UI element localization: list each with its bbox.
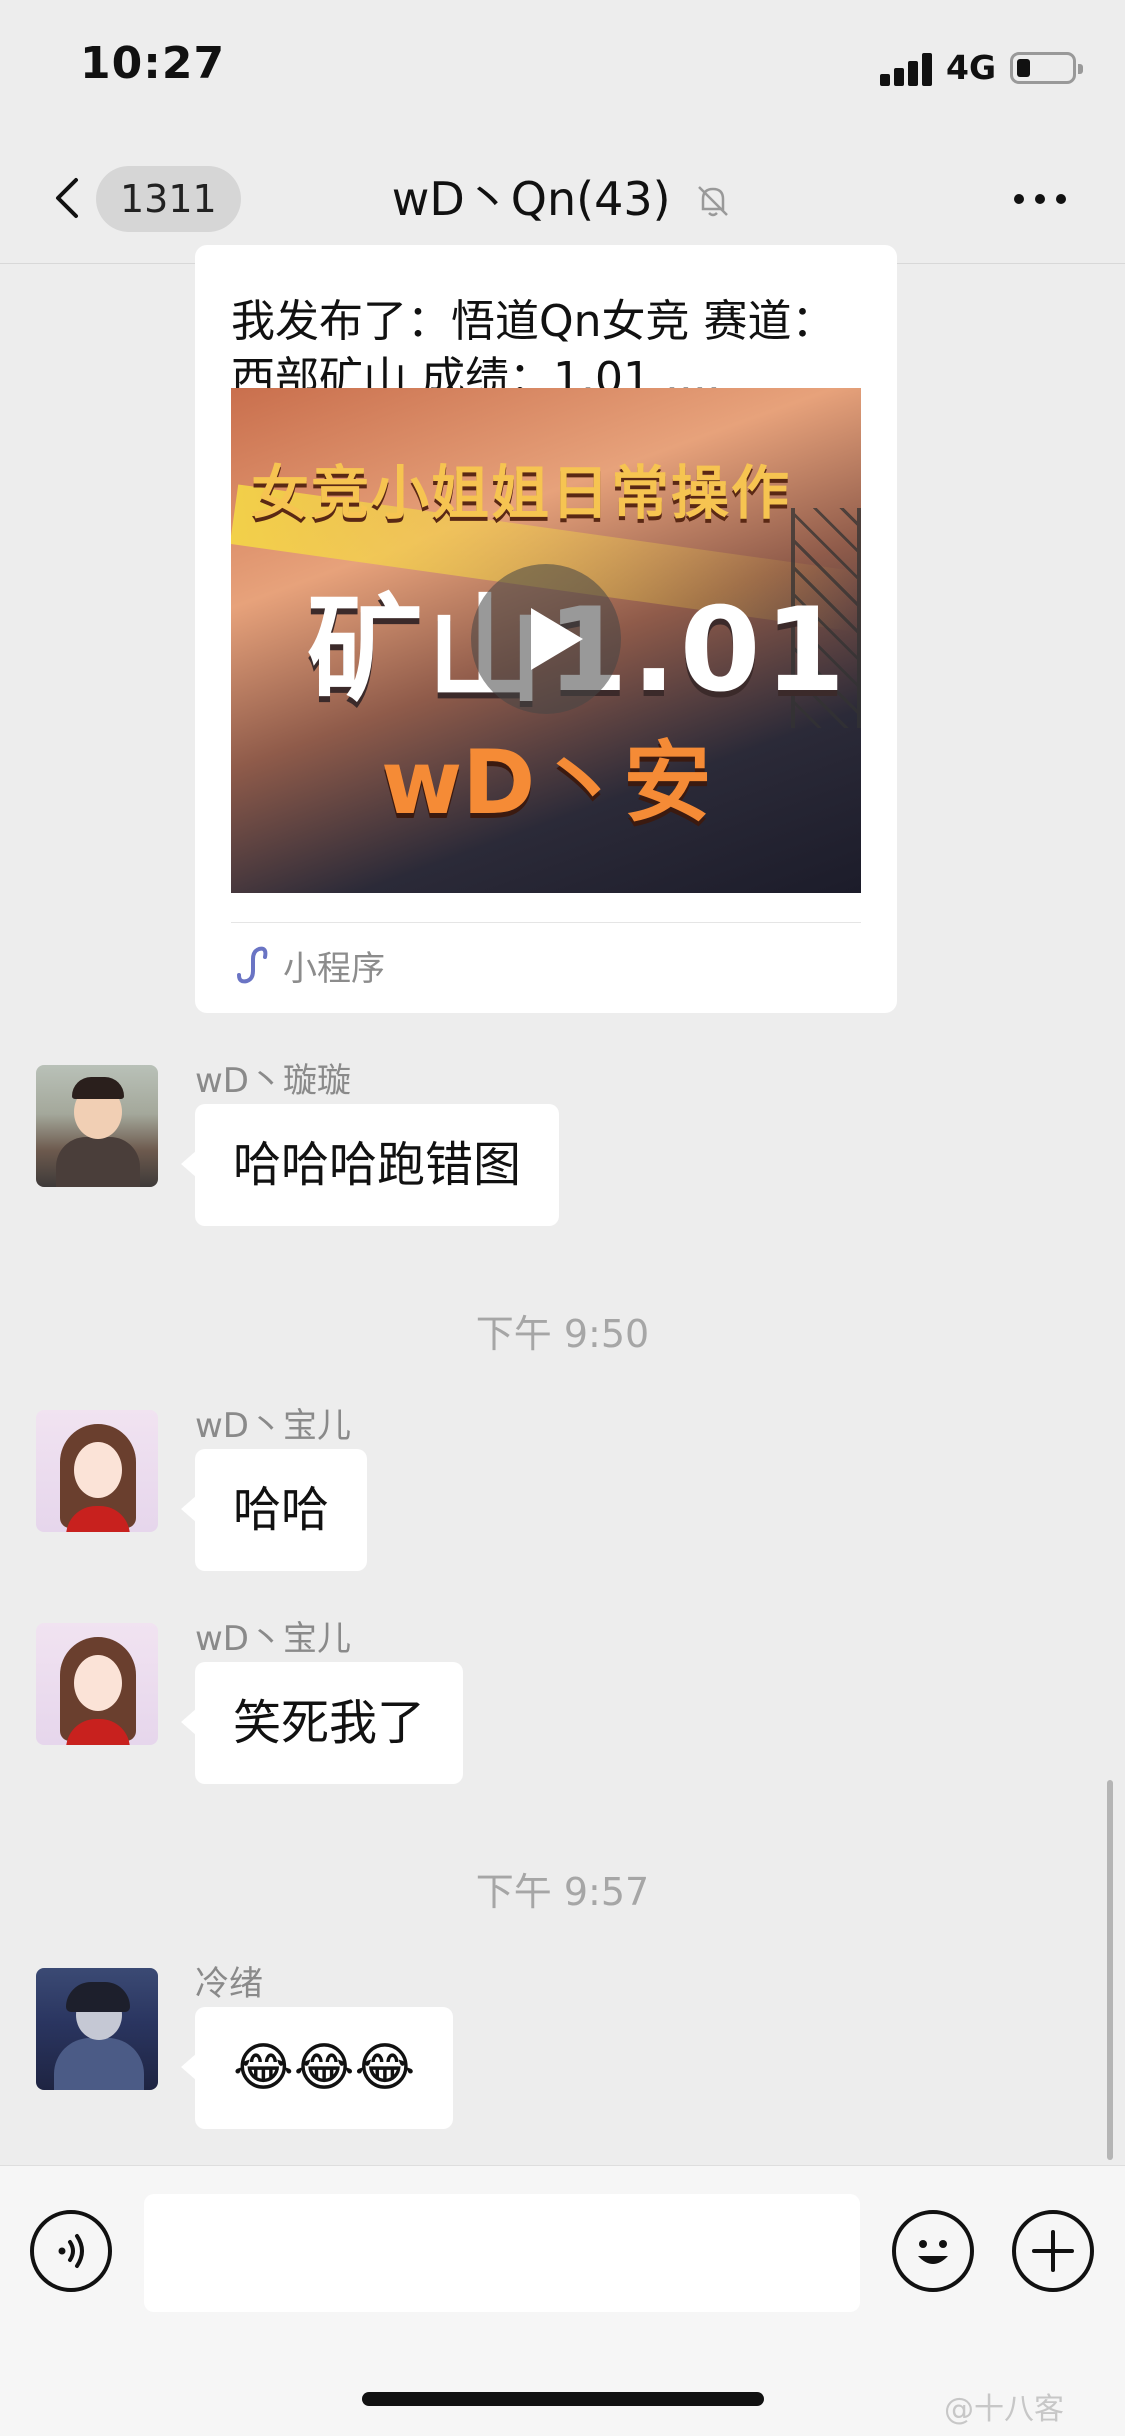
avatar[interactable]	[36, 1623, 158, 1745]
status-time: 10:27	[80, 38, 226, 89]
network-type: 4G	[946, 48, 997, 87]
plus-icon[interactable]	[1012, 2210, 1094, 2292]
message-bubble[interactable]: 哈哈哈跑错图	[180, 1104, 560, 1226]
sender-name: wD丶璇璇	[195, 1061, 351, 1101]
message-bubble[interactable]: 😂😂😂	[180, 2007, 454, 2129]
divider	[231, 922, 861, 923]
avatar[interactable]	[36, 1410, 158, 1532]
status-bar: 10:27 4G	[0, 0, 1125, 132]
video-thumbnail[interactable]: 女竞小姐姐日常操作 矿山1.01 wD丶安	[231, 388, 861, 893]
avatar[interactable]	[36, 1968, 158, 2090]
more-icon[interactable]	[1010, 188, 1070, 208]
timestamp: 下午 9:57	[475, 1870, 650, 1914]
mini-program-icon	[237, 946, 268, 984]
avatar[interactable]	[36, 1065, 158, 1187]
mini-program-footer: 小程序	[231, 935, 385, 995]
bell-slash-icon	[698, 186, 729, 217]
chat-title-text: wD丶Qn(43)	[391, 172, 671, 226]
sender-name: 冷绪	[195, 1964, 263, 2004]
sender-name: wD丶宝儿	[195, 1619, 351, 1659]
thumbnail-player: wD丶安	[381, 731, 712, 834]
chat-title: wD丶Qn(43)	[0, 166, 1125, 232]
play-icon[interactable]	[471, 564, 621, 714]
watermark: @十八客	[944, 2392, 1064, 2427]
voice-icon[interactable]	[30, 2210, 112, 2292]
home-indicator	[362, 2392, 764, 2406]
mini-program-card[interactable]: 我发布了：悟道Qn女竞 赛道：西部矿山 成绩：1.01 .... 女竞小姐姐日常…	[195, 245, 897, 1013]
message-input[interactable]	[144, 2194, 860, 2312]
thumbnail-caption: 女竞小姐姐日常操作	[251, 459, 792, 527]
mini-program-label: 小程序	[283, 948, 385, 989]
sender-name: wD丶宝儿	[195, 1406, 351, 1446]
signal-icon	[880, 52, 936, 86]
battery-icon	[1010, 52, 1083, 84]
smile-icon[interactable]	[892, 2210, 974, 2292]
message-bubble[interactable]: 笑死我了	[180, 1662, 464, 1784]
chat-messages[interactable]: 我发布了：悟道Qn女竞 赛道：西部矿山 成绩：1.01 .... 女竞小姐姐日常…	[0, 245, 1125, 2165]
scrollbar[interactable]	[1107, 1780, 1113, 2160]
timestamp: 下午 9:50	[475, 1312, 650, 1356]
message-bubble[interactable]: 哈哈	[180, 1449, 368, 1571]
